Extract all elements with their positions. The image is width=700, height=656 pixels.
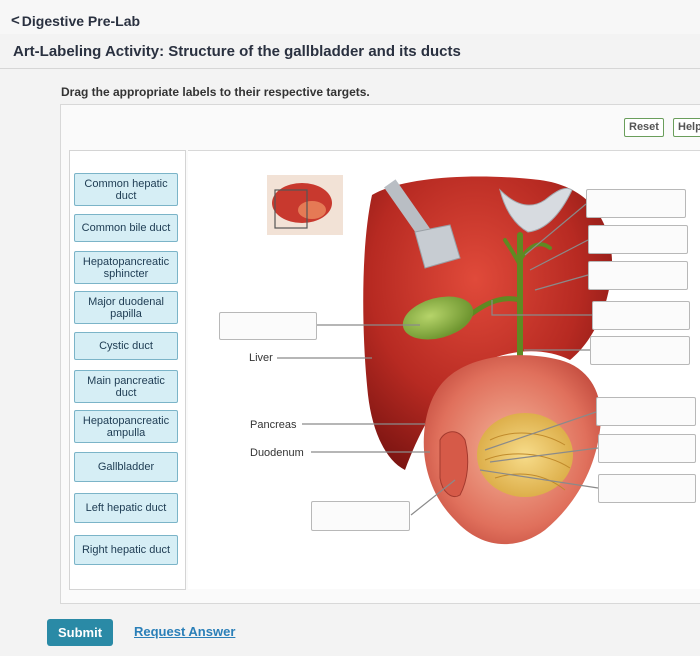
pancreas-shape	[477, 413, 573, 497]
request-answer-link[interactable]: Request Answer	[134, 624, 235, 639]
duodenum-inner-lumen	[439, 431, 469, 497]
drop-target-5[interactable]	[592, 301, 690, 330]
thumbnail-image	[267, 175, 343, 235]
drop-target-2[interactable]	[586, 189, 686, 218]
drop-target-6[interactable]	[590, 336, 690, 365]
drop-target-9[interactable]	[598, 474, 696, 503]
label-liver: Liver	[249, 352, 273, 364]
drop-target-1[interactable]	[219, 312, 317, 340]
label-pancreas: Pancreas	[250, 419, 297, 431]
drop-target-10[interactable]	[311, 501, 410, 531]
drop-target-4[interactable]	[588, 261, 688, 290]
drop-target-3[interactable]	[588, 225, 688, 254]
submit-button[interactable]: Submit	[47, 619, 113, 646]
drop-target-8[interactable]	[598, 434, 696, 463]
drop-target-7[interactable]	[596, 397, 696, 426]
label-duodenum: Duodenum	[250, 447, 304, 459]
